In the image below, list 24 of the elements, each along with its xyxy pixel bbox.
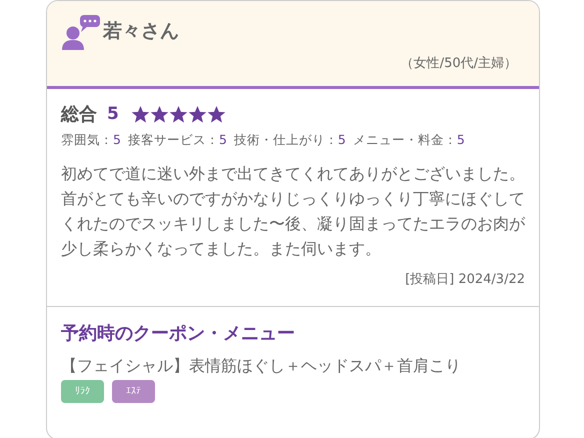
rating-label: 技術・仕上がり： bbox=[234, 132, 338, 147]
rating-label: 接客サービス： bbox=[128, 132, 219, 147]
coupon-menu: 【フェイシャル】表情筋ほぐし＋ヘッドスパ＋首肩こり bbox=[61, 356, 525, 377]
overall-label: 総合 bbox=[61, 103, 97, 126]
posted-date: [投稿日] 2024/3/22 bbox=[404, 271, 525, 288]
user-chat-icon bbox=[61, 14, 101, 50]
overall-score: 5 bbox=[107, 104, 119, 124]
category-tag: ﾘﾗｸ bbox=[61, 380, 104, 403]
reviewer-profile: （女性/50代/主婦） bbox=[400, 55, 517, 72]
star-icon bbox=[130, 104, 150, 124]
rating-value: 5 bbox=[456, 132, 465, 147]
reviewer-name: 若々さん bbox=[103, 19, 179, 44]
rating-value: 5 bbox=[113, 132, 121, 147]
coupon-heading: 予約時のクーポン・メニュー bbox=[61, 322, 296, 345]
rating-label: メニュー・料金： bbox=[352, 132, 457, 147]
star-icon bbox=[150, 104, 169, 124]
star-icon bbox=[188, 104, 207, 124]
rating-value: 5 bbox=[218, 132, 227, 147]
star-icon bbox=[206, 104, 226, 124]
rating-value: 5 bbox=[338, 132, 346, 147]
review-text: 初めてで道に迷い外まで出てきてくれてありがとございました。首がとても辛いのですがかなりじっくりゆっくり丁寧にほぐしてくれたのでスッキリしました〜後、凝り固まってたエラのお肉が少し柔らかくなってました。また伺います。 bbox=[61, 163, 526, 260]
star-icon bbox=[168, 104, 188, 124]
category-tag: ｴｽﾃ bbox=[112, 380, 155, 403]
rating-label: 雰囲気： bbox=[61, 132, 113, 147]
